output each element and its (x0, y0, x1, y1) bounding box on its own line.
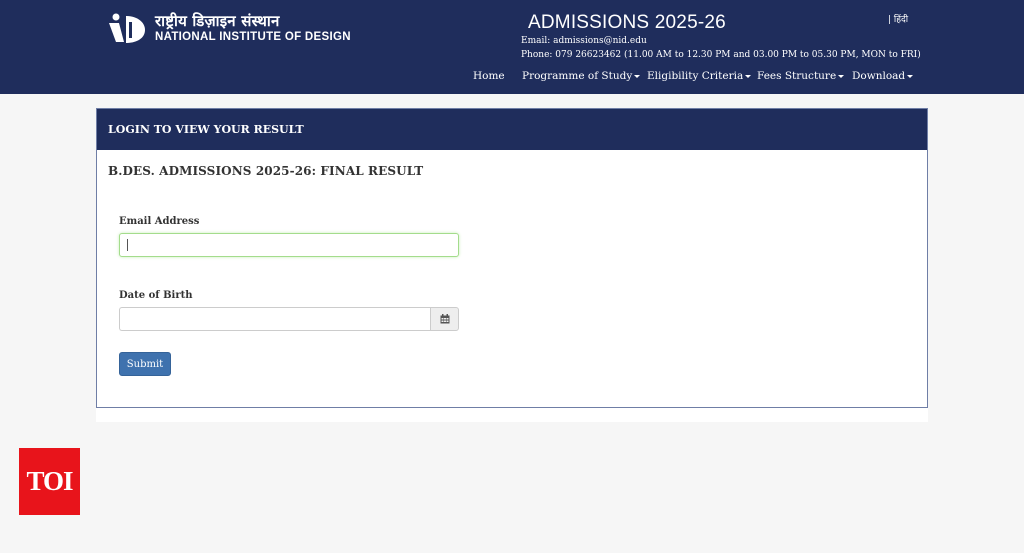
result-title: B.DES. ADMISSIONS 2025-26: FINAL RESULT (108, 164, 424, 178)
login-panel: LOGIN TO VIEW YOUR RESULT B.DES. ADMISSI… (96, 108, 928, 408)
logo-english-text: NATIONAL INSTITUTE OF DESIGN (155, 30, 351, 43)
nav-download[interactable]: Download (852, 70, 914, 82)
site-header: राष्ट्रीय डिज़ाइन संस्थान NATIONAL INSTI… (0, 0, 1024, 94)
calendar-icon (440, 314, 449, 324)
nav-home-label: Home (473, 70, 505, 82)
language-switch-hindi[interactable]: | हिंदी (888, 12, 908, 25)
caret-down-icon (634, 74, 641, 78)
admissions-title: ADMISSIONS 2025-26 (528, 12, 726, 33)
logo-text: राष्ट्रीय डिज़ाइन संस्थान NATIONAL INSTI… (155, 11, 351, 44)
panel-footer-strip (96, 408, 928, 422)
caret-down-icon (907, 74, 914, 78)
email-label: Email Address (119, 216, 200, 227)
nav-home[interactable]: Home (473, 70, 505, 82)
caret-down-icon (745, 74, 752, 78)
caret-down-icon (838, 74, 845, 78)
nav-programme-label: Programme of Study (522, 70, 633, 82)
text-cursor (127, 239, 128, 251)
nav-download-label: Download (852, 70, 906, 82)
toi-logo: TOI (19, 448, 80, 515)
date-of-birth-input[interactable] (119, 307, 431, 331)
submit-button[interactable]: Submit (119, 352, 171, 376)
dob-label: Date of Birth (119, 290, 193, 301)
nav-eligibility-label: Eligibility Criteria (647, 70, 744, 82)
contact-email: Email: admissions@nid.edu (521, 36, 647, 46)
logo-hindi-text: राष्ट्रीय डिज़ाइन संस्थान (155, 11, 280, 30)
nav-programme-of-study[interactable]: Programme of Study (522, 70, 641, 82)
nav-eligibility-criteria[interactable]: Eligibility Criteria (647, 70, 752, 82)
email-input[interactable] (119, 233, 459, 257)
panel-heading: LOGIN TO VIEW YOUR RESULT (97, 109, 927, 150)
nav-fees-structure[interactable]: Fees Structure (757, 70, 845, 82)
main-nav: Home Programme of Study Eligibility Crit… (0, 70, 1024, 84)
nav-fees-label: Fees Structure (757, 70, 837, 82)
nid-logo[interactable]: राष्ट्रीय डिज़ाइन संस्थान NATIONAL INSTI… (107, 12, 351, 44)
contact-phone: Phone: 079 26623462 (11.00 AM to 12.30 P… (521, 50, 921, 60)
nid-emblem-icon (109, 13, 145, 43)
calendar-button[interactable] (430, 307, 459, 331)
